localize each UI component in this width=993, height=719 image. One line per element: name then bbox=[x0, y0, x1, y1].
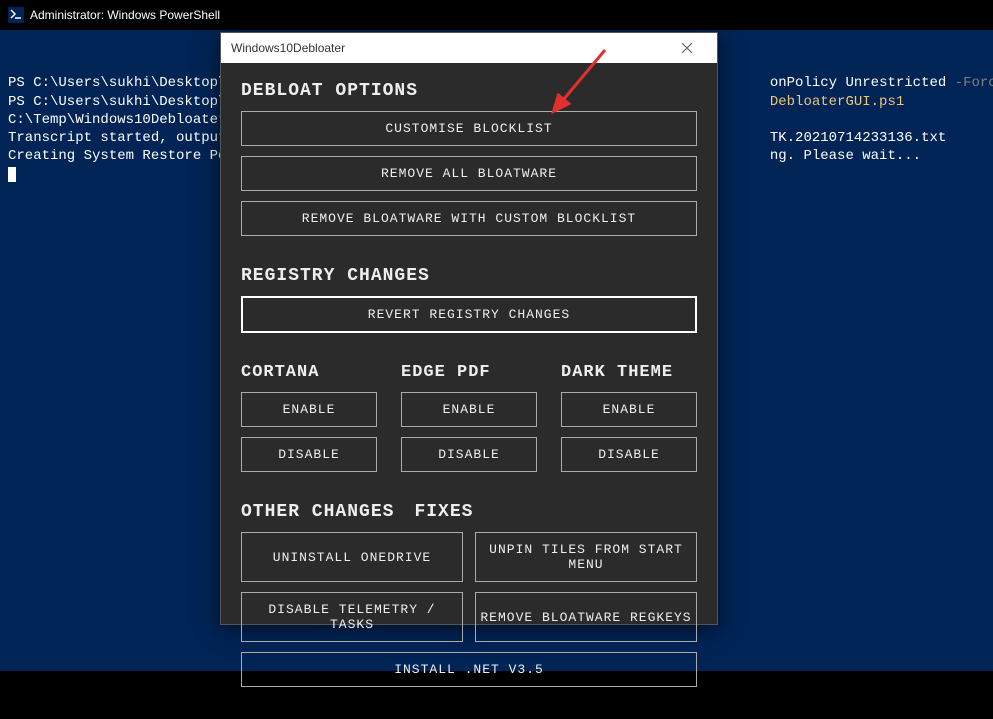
cortana-disable-button[interactable]: DISABLE bbox=[241, 437, 377, 472]
edge-pdf-disable-button[interactable]: DISABLE bbox=[401, 437, 537, 472]
remove-regkeys-button[interactable]: REMOVE BLOATWARE REGKEYS bbox=[475, 592, 697, 642]
dialog-title-bar[interactable]: Windows10Debloater bbox=[221, 33, 717, 63]
unpin-tiles-button[interactable]: UNPIN TILES FROM START MENU bbox=[475, 532, 697, 582]
edge-pdf-header: EDGE PDF bbox=[401, 363, 537, 382]
registry-changes-header: REGISTRY CHANGES bbox=[241, 266, 697, 286]
debloat-options-header: DEBLOAT OPTIONS bbox=[241, 81, 697, 101]
close-icon[interactable] bbox=[667, 34, 707, 62]
disable-telemetry-button[interactable]: DISABLE TELEMETRY / TASKS bbox=[241, 592, 463, 642]
cortana-header: CORTANA bbox=[241, 363, 377, 382]
remove-bloatware-custom-button[interactable]: REMOVE BLOATWARE WITH CUSTOM BLOCKLIST bbox=[241, 201, 697, 236]
dark-theme-disable-button[interactable]: DISABLE bbox=[561, 437, 697, 472]
revert-registry-button[interactable]: REVERT REGISTRY CHANGES bbox=[241, 296, 697, 333]
window-title: Administrator: Windows PowerShell bbox=[30, 8, 220, 22]
install-net-button[interactable]: INSTALL .NET V3.5 bbox=[241, 652, 697, 687]
dark-theme-enable-button[interactable]: ENABLE bbox=[561, 392, 697, 427]
remove-all-bloatware-button[interactable]: REMOVE ALL BLOATWARE bbox=[241, 156, 697, 191]
dialog-title: Windows10Debloater bbox=[231, 41, 345, 55]
window-title-bar: Administrator: Windows PowerShell bbox=[0, 0, 993, 30]
fixes-header: FIXES bbox=[414, 502, 473, 522]
dialog-body: DEBLOAT OPTIONS CUSTOMISE BLOCKLIST REMO… bbox=[221, 63, 717, 715]
edge-pdf-enable-button[interactable]: ENABLE bbox=[401, 392, 537, 427]
cortana-enable-button[interactable]: ENABLE bbox=[241, 392, 377, 427]
customise-blocklist-button[interactable]: CUSTOMISE BLOCKLIST bbox=[241, 111, 697, 146]
terminal-cursor bbox=[8, 167, 16, 182]
uninstall-onedrive-button[interactable]: UNINSTALL ONEDRIVE bbox=[241, 532, 463, 582]
powershell-icon bbox=[8, 7, 24, 23]
debloater-dialog: Windows10Debloater DEBLOAT OPTIONS CUSTO… bbox=[220, 32, 718, 625]
dark-theme-header: DARK THEME bbox=[561, 363, 697, 382]
other-changes-header: OTHER CHANGES bbox=[241, 502, 394, 522]
